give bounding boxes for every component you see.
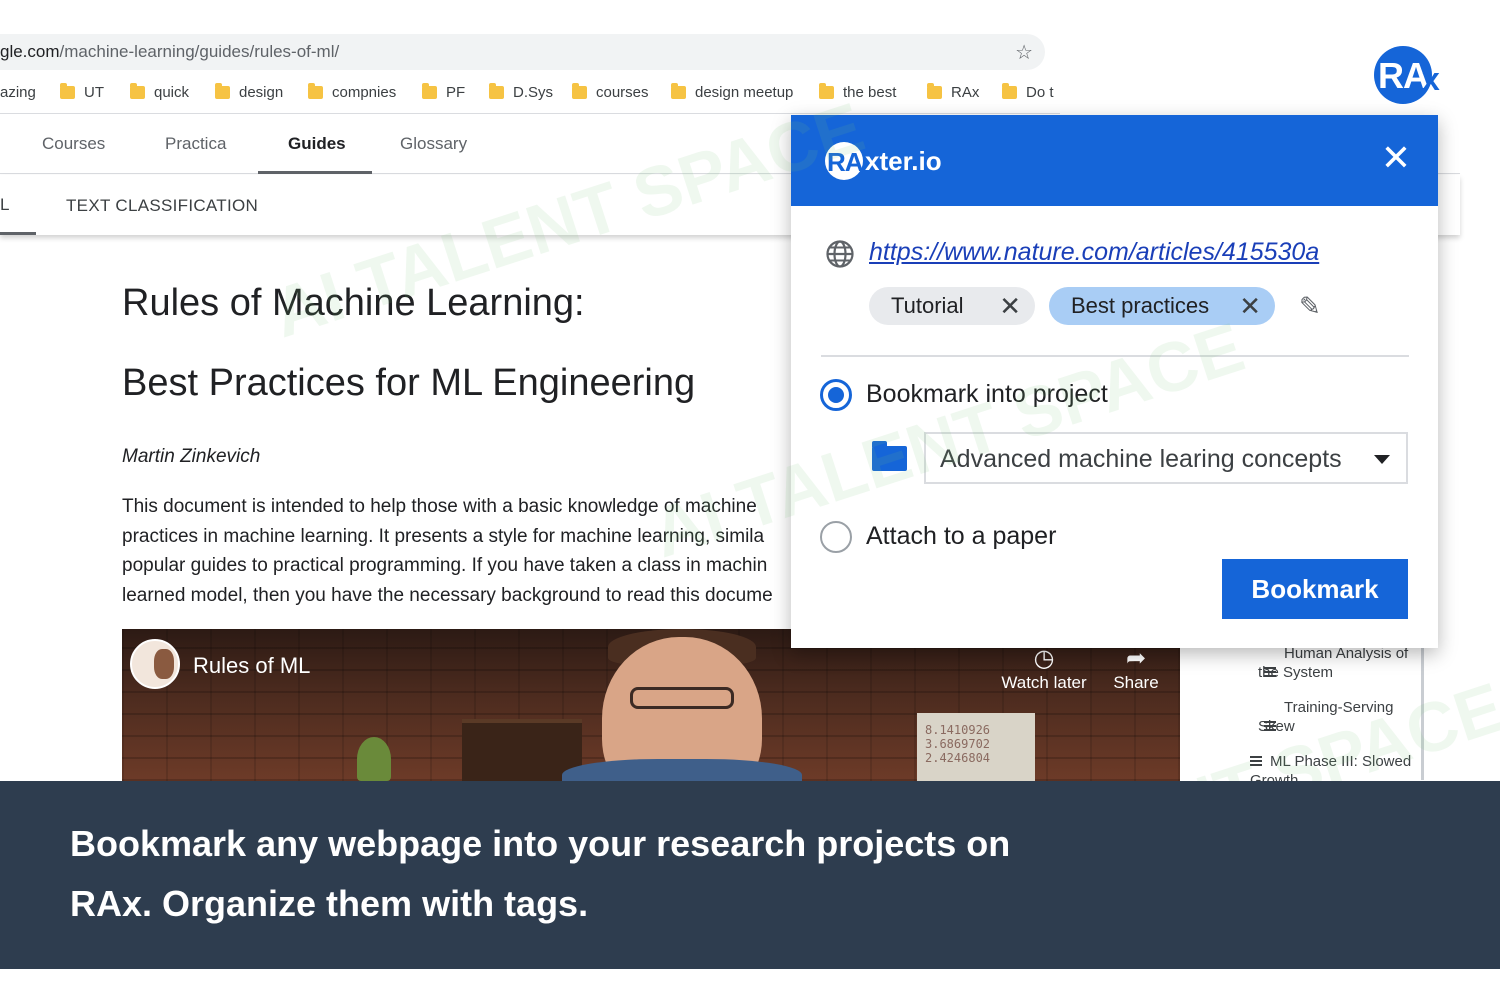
bookmark-item[interactable]: quick xyxy=(130,78,189,106)
caption-bar: Bookmark any webpage into your research … xyxy=(0,781,1500,969)
folder-icon xyxy=(489,82,504,99)
whiteboard-text: 8.1410926 3.6869702 2.4246804 xyxy=(925,723,991,765)
paragraph-line: This document is intended to help those … xyxy=(122,496,757,517)
video-player[interactable]: 8.1410926 3.6869702 2.4246804 Rules of M… xyxy=(122,629,1180,781)
radio-label-project[interactable]: Bookmark into project xyxy=(866,380,1108,409)
active-subtab-indicator xyxy=(0,232,36,235)
edit-tags-pencil-icon[interactable]: ✎ xyxy=(1299,291,1321,322)
paragraph-line: learned model, then you have the necessa… xyxy=(122,584,773,606)
tab-guides[interactable]: Guides xyxy=(288,134,346,154)
clock-icon: ◷ xyxy=(1033,645,1055,672)
folder-icon xyxy=(927,82,942,99)
radio-bookmark-into-project[interactable] xyxy=(820,379,852,411)
folder-icon xyxy=(215,82,230,99)
bookmarks-bar: azing UT quick design compnies PF D.Sys … xyxy=(0,78,1060,106)
toc-item[interactable]: Training-Serving Skew xyxy=(1258,698,1434,736)
video-plant xyxy=(357,737,391,781)
folder-icon xyxy=(60,82,75,99)
bookmark-item[interactable]: courses xyxy=(572,78,649,106)
subtab-text-classification[interactable]: TEXT CLASSIFICATION xyxy=(66,196,258,216)
bookmark-item[interactable]: UT xyxy=(60,78,104,106)
tab-courses[interactable]: Courses xyxy=(42,134,105,154)
tab-practica[interactable]: Practica xyxy=(165,134,226,154)
folder-icon xyxy=(1002,82,1017,99)
bookmark-star-icon[interactable]: ☆ xyxy=(1015,40,1033,65)
rax-bookmark-popup: RA xter.io ✕ https://www.nature.com/arti… xyxy=(791,115,1438,648)
rax-extension-logo[interactable]: RA x xyxy=(1374,46,1440,104)
video-title[interactable]: Rules of ML xyxy=(193,653,310,679)
bookmark-item[interactable]: the best xyxy=(819,78,896,106)
folder-icon xyxy=(819,82,834,99)
share-arrow-icon: ➦ xyxy=(1125,645,1147,672)
address-bar[interactable]: gle.com/machine-learning/guides/rules-of… xyxy=(0,34,1045,70)
caption-line: RAx. Organize them with tags. xyxy=(70,883,589,924)
toc-item[interactable]: Human Analysis of the System xyxy=(1258,644,1434,682)
rax-badge-icon: RA xyxy=(825,142,864,180)
raxter-brand: RA xter.io xyxy=(825,141,942,181)
share-button[interactable]: ➦ Share xyxy=(1086,645,1180,693)
video-presenter-shirt xyxy=(562,759,802,781)
folder-icon xyxy=(308,82,323,99)
tab-glossary[interactable]: Glossary xyxy=(400,134,467,154)
folder-icon xyxy=(130,82,145,99)
table-of-contents: Human Analysis of the System Training-Se… xyxy=(1236,640,1424,789)
radio-label-paper[interactable]: Attach to a paper xyxy=(866,522,1056,551)
toc-lines-icon xyxy=(1250,756,1262,766)
page-title: Rules of Machine Learning: xyxy=(122,282,585,324)
watch-later-button[interactable]: ◷ Watch later xyxy=(994,645,1094,693)
bookmark-item[interactable]: compnies xyxy=(308,78,396,106)
remove-tag-icon[interactable]: ✕ xyxy=(1239,291,1261,322)
bookmark-item[interactable]: design xyxy=(215,78,283,106)
bookmark-item[interactable]: design meetup xyxy=(671,78,793,106)
divider xyxy=(821,355,1409,357)
page-subtitle: Best Practices for ML Engineering xyxy=(122,362,696,404)
folder-icon xyxy=(671,82,686,99)
channel-avatar[interactable] xyxy=(130,639,180,689)
globe-icon xyxy=(826,240,854,268)
folder-icon xyxy=(572,82,587,99)
video-whiteboard: 8.1410926 3.6869702 2.4246804 xyxy=(917,713,1035,781)
remove-tag-icon[interactable]: ✕ xyxy=(999,291,1021,322)
bookmark-url-link[interactable]: https://www.nature.com/articles/415530a xyxy=(869,238,1319,267)
author: Martin Zinkevich xyxy=(122,446,261,467)
tag-chip[interactable]: Tutorial ✕ xyxy=(869,287,1035,325)
radio-attach-to-paper[interactable] xyxy=(820,521,852,553)
video-presenter-glasses xyxy=(630,687,734,709)
bookmark-button[interactable]: Bookmark xyxy=(1222,559,1408,619)
bookmark-item[interactable]: RAx xyxy=(927,78,979,106)
paragraph-line: popular guides to practical programming.… xyxy=(122,555,768,576)
close-icon[interactable]: ✕ xyxy=(1379,140,1413,176)
address-url[interactable]: gle.com/machine-learning/guides/rules-of… xyxy=(0,42,339,62)
intro-paragraph: This document is intended to help those … xyxy=(122,492,812,610)
folder-icon xyxy=(872,441,907,471)
bookmark-item[interactable]: D.Sys xyxy=(489,78,553,106)
tag-chip[interactable]: Best practices ✕ xyxy=(1049,287,1275,325)
bookmark-item[interactable]: PF xyxy=(422,78,465,106)
bookmark-item[interactable]: azing xyxy=(0,78,36,106)
subtab-previous[interactable]: L xyxy=(0,195,9,215)
bookmark-item[interactable]: Do t xyxy=(1002,78,1054,106)
paragraph-line: practices in machine learning. It presen… xyxy=(122,525,765,547)
folder-icon xyxy=(422,82,437,99)
popup-header: RA xter.io ✕ xyxy=(791,115,1438,206)
dropdown-caret-icon[interactable] xyxy=(1374,455,1390,464)
caption-line: Bookmark any webpage into your research … xyxy=(70,823,1011,864)
active-tab-indicator xyxy=(258,171,372,174)
project-select[interactable]: Advanced machine learing concepts xyxy=(924,432,1408,484)
